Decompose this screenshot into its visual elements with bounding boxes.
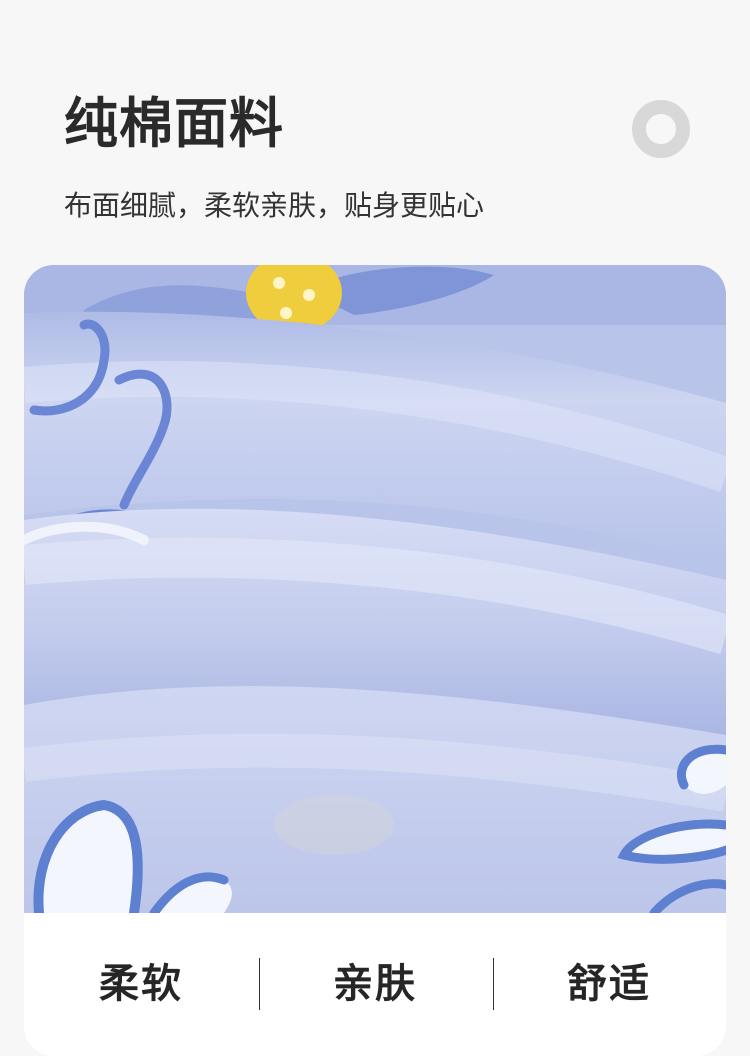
page-subtitle: 布面细腻，柔软亲肤，贴身更贴心 bbox=[64, 189, 485, 222]
page-title: 纯棉面料 bbox=[64, 92, 284, 155]
feature-label-skin-friendly: 亲肤 bbox=[333, 961, 417, 1007]
ring-decoration-icon bbox=[632, 100, 690, 158]
feature-label-comfortable: 舒适 bbox=[567, 961, 651, 1007]
fabric-card: 柔软 亲肤 舒适 bbox=[24, 265, 726, 1056]
feature-label-soft: 柔软 bbox=[99, 961, 183, 1007]
feature-bar: 柔软 亲肤 舒适 bbox=[24, 913, 726, 1056]
fabric-photo bbox=[24, 265, 726, 913]
